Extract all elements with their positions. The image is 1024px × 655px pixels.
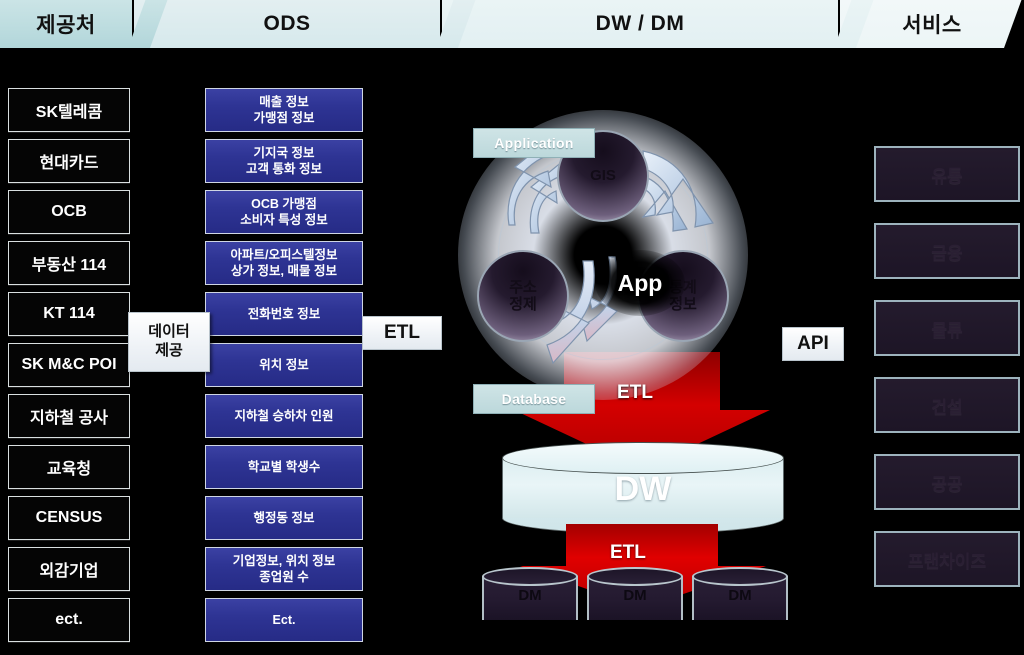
node-app-core: App xyxy=(595,250,685,316)
node-gis-label: GIS xyxy=(590,167,616,185)
node-address-cleansing[interactable]: 주소 정제 xyxy=(477,250,569,342)
node-address-line2: 정제 xyxy=(509,296,537,313)
ods-label-line1: 매출 정보 xyxy=(259,95,309,109)
provider-label: KT 114 xyxy=(43,305,95,322)
provider-label: 교육청 xyxy=(46,461,92,478)
dw-cylinder[interactable]: DW xyxy=(502,442,784,534)
dm-cylinder-1[interactable]: DM xyxy=(482,567,578,629)
ods-label-line1: 행정동 정보 xyxy=(253,511,315,525)
ods-label-line1: 학교별 학생수 xyxy=(247,460,321,474)
provider-box[interactable]: ect. xyxy=(8,598,130,642)
ods-box[interactable]: 지하철 승하차 인원 xyxy=(205,394,363,438)
node-address-line1: 주소 xyxy=(509,278,537,296)
dm-cylinder-1-top xyxy=(482,567,578,586)
ods-label-line1: OCB 가맹점 xyxy=(251,197,317,211)
service-box[interactable]: 프랜차이즈 xyxy=(874,531,1020,587)
ods-box[interactable]: OCB 가맹점소비자 특성 정보 xyxy=(205,190,363,234)
tag-database-label: Database xyxy=(501,391,567,407)
provider-label: OCB xyxy=(51,203,87,220)
provider-box[interactable]: 부동산 114 xyxy=(8,241,130,285)
tab-dw-dm-label: DW / DM xyxy=(595,12,685,35)
ods-box[interactable]: 위치 정보 xyxy=(205,343,363,387)
provider-box[interactable]: SK텔레콤 xyxy=(8,88,130,132)
tab-providers[interactable]: 제공처 xyxy=(0,0,132,48)
ods-label-line1: 아파트/오피스텔정보 xyxy=(230,248,338,262)
diagram-root: 제공처 ODS DW / DM 서비스 SK텔레콤현대카드 OCB 부동산 114 K… xyxy=(0,0,1024,655)
ods-box[interactable]: 매출 정보가맹점 정보 xyxy=(205,88,363,132)
ods-label-line2: 상가 정보, 매물 정보 xyxy=(231,264,337,278)
ods-label-line1: 기지국 정보 xyxy=(253,146,315,160)
ods-box[interactable]: 기지국 정보고객 통화 정보 xyxy=(205,139,363,183)
tab-dw-dm[interactable]: DW / DM xyxy=(442,0,838,48)
ods-box[interactable]: 학교별 학생수 xyxy=(205,445,363,489)
etl-app-to-dw-label: ETL xyxy=(617,382,653,403)
service-label: 물류 xyxy=(931,320,963,340)
ods-box[interactable]: 전화번호 정보 xyxy=(205,292,363,336)
ods-box[interactable]: 기업정보, 위치 정보종업원 수 xyxy=(205,547,363,591)
ods-label-line1: 위치 정보 xyxy=(259,358,309,372)
provider-label: CENSUS xyxy=(35,509,103,526)
service-box[interactable]: 유통 xyxy=(874,146,1020,202)
ods-box[interactable]: Ect. xyxy=(205,598,363,642)
tab-ods-label: ODS xyxy=(263,12,311,35)
provider-box[interactable]: OCB xyxy=(8,190,130,234)
dm-cylinder-3-top xyxy=(692,567,788,586)
center-stage: GIS 주소 정제 통계 정보 App ETL Application Data… xyxy=(440,52,840,655)
tab-services-label: 서비스 xyxy=(902,14,962,37)
callout-data-provide-line2: 제공 xyxy=(155,342,183,359)
provider-box[interactable]: SK M&C POI xyxy=(8,343,130,387)
ods-box[interactable]: 아파트/오피스텔정보상가 정보, 매물 정보 xyxy=(205,241,363,285)
provider-box[interactable]: 현대카드 xyxy=(8,139,130,183)
tag-database: Database xyxy=(473,384,595,414)
dm-cylinder-2-top xyxy=(587,567,683,586)
callout-data-provide-line1: 데이터 xyxy=(148,323,190,341)
provider-box[interactable]: 지하철 공사 xyxy=(8,394,130,438)
tab-ods[interactable]: ODS xyxy=(134,0,440,48)
header-tabs: 제공처 ODS DW / DM 서비스 xyxy=(0,0,1024,50)
service-label: 프랜차이즈 xyxy=(907,551,987,571)
service-label: 공공 xyxy=(931,474,963,494)
callout-etl-ods-to-dw: ETL xyxy=(362,316,442,350)
callout-etl-ods-label: ETL xyxy=(384,322,420,343)
service-box[interactable]: 금융 xyxy=(874,223,1020,279)
service-box[interactable]: 건설 xyxy=(874,377,1020,433)
service-box[interactable]: 물류 xyxy=(874,300,1020,356)
provider-label: 현대카드 xyxy=(39,155,99,172)
ods-label-line1: Ect. xyxy=(272,613,296,627)
provider-box[interactable]: KT 114 xyxy=(8,292,130,336)
service-label: 금융 xyxy=(931,243,963,263)
provider-label: ect. xyxy=(55,611,83,628)
ods-label-line1: 기업정보, 위치 정보 xyxy=(232,554,336,568)
node-app-label: App xyxy=(617,269,663,296)
tag-application: Application xyxy=(473,128,595,158)
ods-label-line1: 전화번호 정보 xyxy=(247,307,321,321)
ods-label-line2: 종업원 수 xyxy=(259,570,309,584)
ods-label-line2: 소비자 특성 정보 xyxy=(240,213,328,227)
etl-dw-to-dm-label: ETL xyxy=(610,542,646,563)
provider-label: SK텔레콤 xyxy=(35,104,103,121)
dm-cylinder-3[interactable]: DM xyxy=(692,567,788,629)
service-label: 유통 xyxy=(931,166,963,186)
dm-cylinder-2[interactable]: DM xyxy=(587,567,683,629)
provider-box[interactable]: 외감기업 xyxy=(8,547,130,591)
dm-cylinder-2-label: DM xyxy=(623,587,647,604)
provider-label: SK M&C POI xyxy=(21,356,117,373)
ods-label-line1: 지하철 승하차 인원 xyxy=(234,409,334,423)
ods-box[interactable]: 행정동 정보 xyxy=(205,496,363,540)
dm-cylinder-1-label: DM xyxy=(518,587,542,604)
callout-data-provide: 데이터 제공 xyxy=(128,312,210,372)
service-label: 건설 xyxy=(931,397,963,417)
provider-label: 지하철 공사 xyxy=(29,410,109,427)
provider-box[interactable]: CENSUS xyxy=(8,496,130,540)
tag-application-label: Application xyxy=(494,135,574,151)
provider-label: 부동산 114 xyxy=(31,257,107,274)
ods-label-line2: 가맹점 정보 xyxy=(253,111,315,125)
ods-label-line2: 고객 통화 정보 xyxy=(246,162,322,176)
service-box[interactable]: 공공 xyxy=(874,454,1020,510)
tab-providers-label: 제공처 xyxy=(36,14,96,37)
dw-label: DW xyxy=(614,470,672,508)
provider-label: 외감기업 xyxy=(39,563,99,580)
provider-box[interactable]: 교육청 xyxy=(8,445,130,489)
dm-cylinder-3-label: DM xyxy=(728,587,752,604)
